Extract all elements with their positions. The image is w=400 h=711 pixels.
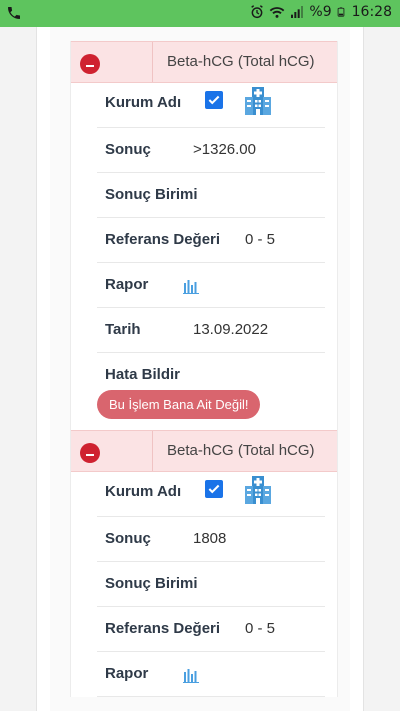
row-tarih: Tarih 13.09.2022	[97, 308, 325, 353]
sonuc-birimi-label: Sonuç Birimi	[105, 575, 198, 592]
alarm-icon	[251, 5, 264, 19]
hospital-icon[interactable]	[243, 474, 273, 506]
minus-circle-icon[interactable]	[80, 443, 100, 463]
wifi-icon	[270, 7, 285, 18]
battery-percent: %9	[309, 4, 332, 20]
tarih-value: 13.09.2022	[193, 321, 269, 338]
sonuc-label: Sonuç	[105, 141, 151, 158]
hospital-icon[interactable]	[243, 85, 273, 117]
row-sonuc: Sonuç 1808	[97, 517, 325, 562]
row-hata-bildir: Hata Bildir Bu İşlem Bana Ait Değil!	[97, 353, 325, 439]
row-kurum-adi: Kurum Adı	[97, 83, 325, 128]
row-sonuc-birimi: Sonuç Birimi	[97, 562, 325, 607]
bar-chart-icon[interactable]	[183, 666, 200, 683]
sonuc-value: >1326.00	[193, 141, 256, 158]
page: Beta-hCG (Total hCG) Kurum Adı Sonuç >13…	[0, 27, 400, 711]
sonuc-birimi-label: Sonuç Birimi	[105, 186, 198, 203]
card-title: Beta-hCG (Total hCG)	[167, 442, 315, 459]
report-error-button[interactable]: Bu İşlem Bana Ait Değil!	[97, 390, 261, 419]
rapor-label: Rapor	[105, 276, 149, 293]
checkbox-icon[interactable]	[205, 91, 223, 109]
battery-icon	[337, 7, 344, 17]
status-bar: %9 16:28	[0, 0, 400, 27]
sonuc-value: 1808	[193, 530, 227, 547]
bar-chart-icon[interactable]	[183, 277, 200, 294]
kurum-adi-label: Kurum Adı	[105, 94, 182, 111]
referans-value: 0 - 5	[245, 231, 276, 248]
row-sonuc: Sonuç >1326.00	[97, 128, 325, 173]
result-card: Beta-hCG (Total hCG) Kurum Adı	[70, 430, 338, 697]
rapor-label: Rapor	[105, 665, 149, 682]
clock: 16:28	[351, 4, 392, 20]
referans-label: Referans Değeri	[105, 231, 221, 248]
row-rapor: Rapor	[97, 652, 325, 697]
result-card: Beta-hCG (Total hCG) Kurum Adı	[70, 41, 338, 439]
card-header[interactable]: Beta-hCG (Total hCG)	[71, 41, 337, 83]
hata-bildir-label: Hata Bildir	[105, 366, 181, 383]
minus-circle-icon[interactable]	[80, 54, 100, 74]
header-divider	[152, 431, 153, 471]
row-referans: Referans Değeri 0 - 5	[97, 607, 325, 652]
checkbox-icon[interactable]	[205, 480, 223, 498]
sonuc-label: Sonuç	[105, 530, 151, 547]
signal-icon	[291, 6, 304, 18]
referans-value: 0 - 5	[245, 620, 276, 637]
header-divider	[152, 42, 153, 82]
tarih-label: Tarih	[105, 321, 141, 338]
row-rapor: Rapor	[97, 263, 325, 308]
card-header[interactable]: Beta-hCG (Total hCG)	[71, 430, 337, 472]
referans-label: Referans Değeri	[105, 620, 221, 637]
row-sonuc-birimi: Sonuç Birimi	[97, 173, 325, 218]
phone-icon	[8, 7, 20, 19]
row-referans: Referans Değeri 0 - 5	[97, 218, 325, 263]
card-title: Beta-hCG (Total hCG)	[167, 53, 315, 70]
row-kurum-adi: Kurum Adı	[97, 472, 325, 517]
kurum-adi-label: Kurum Adı	[105, 483, 182, 500]
